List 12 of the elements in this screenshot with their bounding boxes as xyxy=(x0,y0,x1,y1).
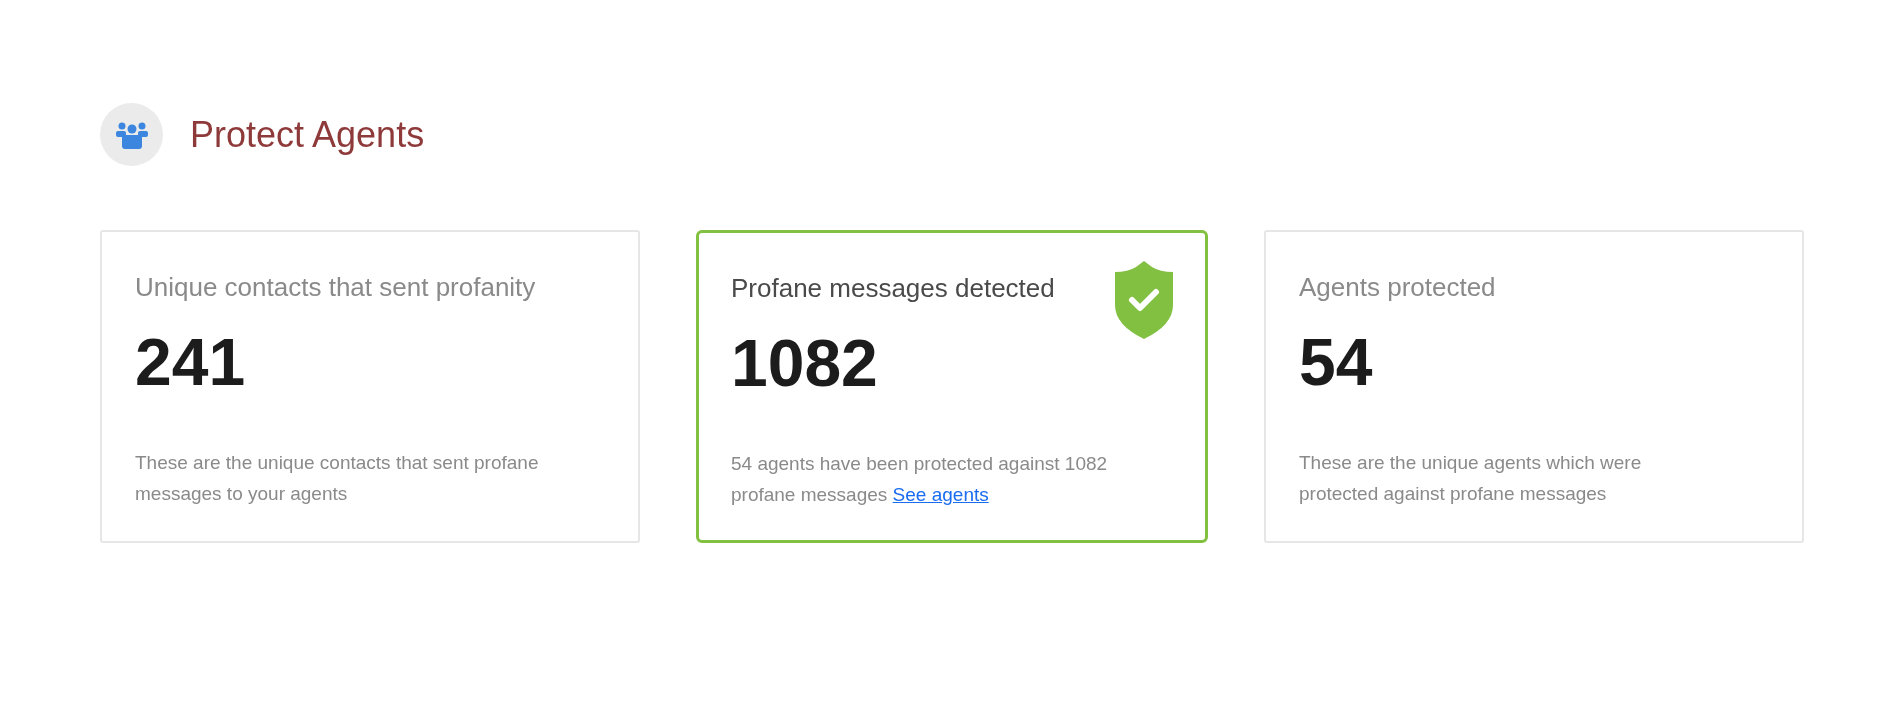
shield-check-icon xyxy=(1115,261,1173,339)
card-description: These are the unique contacts that sent profane messages to your agents xyxy=(135,451,540,506)
card-title: Agents protected xyxy=(1299,271,1497,304)
page-title: Protect Agents xyxy=(190,112,425,157)
stat-value: 54 xyxy=(1299,329,1374,395)
card-title: Unique contacts that sent profanity xyxy=(135,271,537,304)
stat-value: 241 xyxy=(135,329,247,395)
see-agents-link[interactable]: See agents xyxy=(892,484,989,505)
card-description: 54 agents have been protected against 1082 profane messages See agents xyxy=(731,452,1109,507)
stat-value: 1082 xyxy=(731,330,879,396)
card-description: These are the unique agents which were protected against profane messages xyxy=(1299,451,1643,506)
card-title: Profane messages detected xyxy=(731,272,1056,305)
